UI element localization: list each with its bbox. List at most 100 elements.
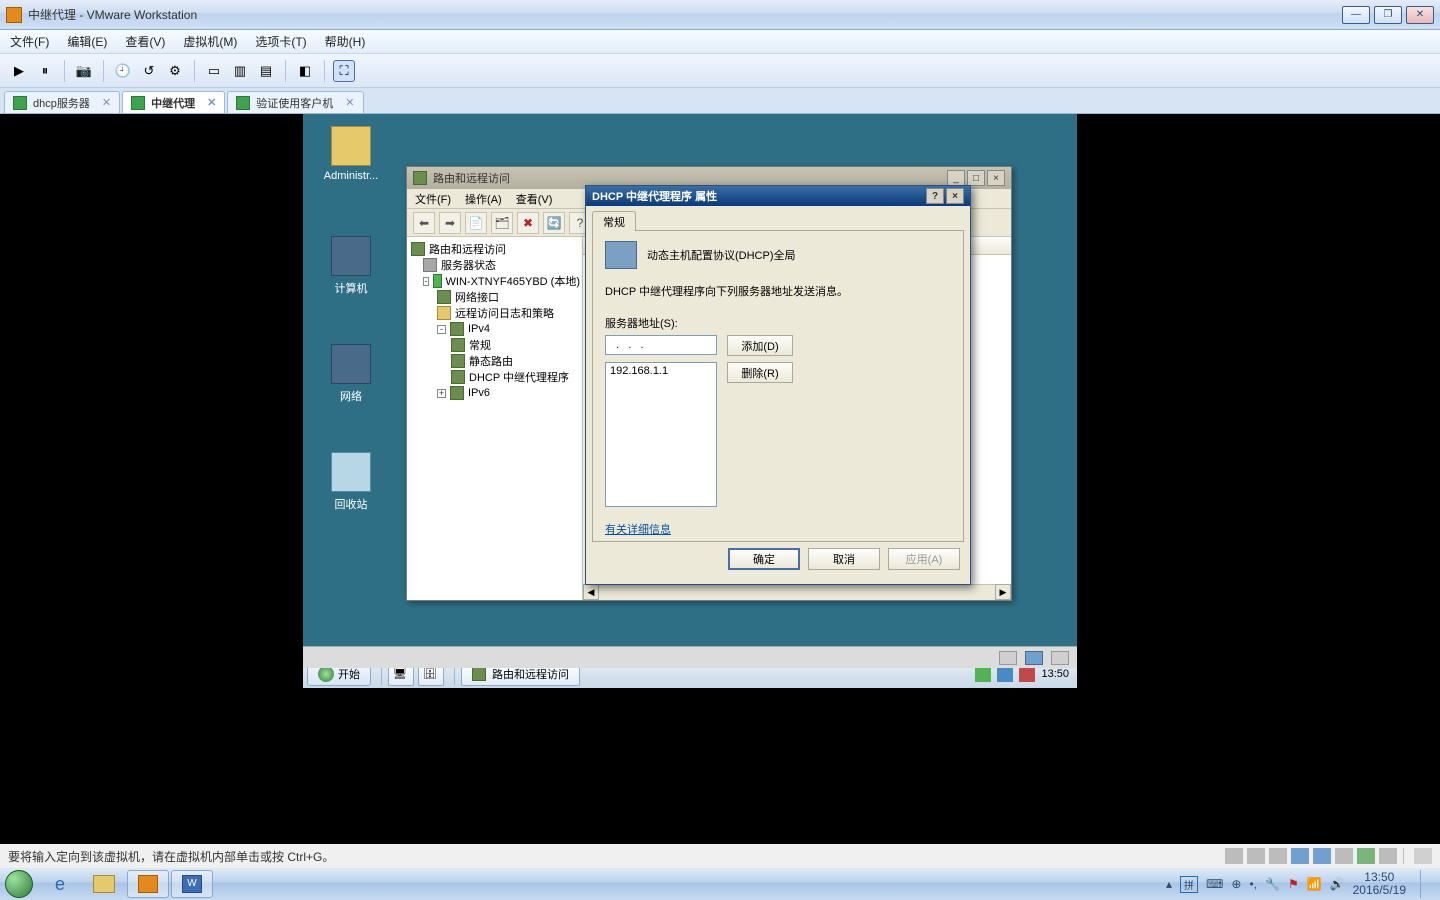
tb-suspend-icon[interactable]: ⏸ <box>34 60 56 82</box>
pinned-explorer[interactable] <box>83 870 125 898</box>
desktop-icon-computer[interactable]: 计算机 <box>315 236 387 296</box>
menu-edit[interactable]: 编辑(E) <box>67 33 107 50</box>
tb-view-single-icon[interactable]: ▭ <box>203 60 225 82</box>
mmc-tree[interactable]: 路由和远程访问 服务器状态 -WIN-XTNYF465YBD (本地) 网络接口… <box>407 237 583 600</box>
tb-view-multi-icon[interactable]: ▥ <box>229 60 251 82</box>
expand-icon[interactable]: + <box>437 389 446 398</box>
tree-server-status[interactable]: 服务器状态 <box>409 257 580 273</box>
tab-close-icon[interactable]: ✕ <box>345 96 354 109</box>
mmc-menu-action[interactable]: 操作(A) <box>465 191 502 207</box>
delete-icon[interactable]: ✖ <box>517 212 539 234</box>
tray-network-icon[interactable]: 📶 <box>1307 877 1322 891</box>
guest-clock[interactable]: 13:50 <box>1041 668 1069 680</box>
tray-flag-icon[interactable]: ⚑ <box>1288 877 1299 891</box>
tray-keyboard-icon[interactable]: ⌨ <box>1206 877 1223 891</box>
tb-snap-manage-icon[interactable]: ⚙ <box>164 60 186 82</box>
scroll-right-icon[interactable]: ▶ <box>995 584 1011 600</box>
desktop-icon-recycle[interactable]: 回收站 <box>315 452 387 512</box>
tree-ipv6[interactable]: +IPv6 <box>409 385 580 401</box>
device-cd-icon[interactable] <box>1247 848 1265 864</box>
mmc-maximize-button[interactable]: □ <box>967 170 985 186</box>
tb-view-console-icon[interactable]: ▤ <box>255 60 277 82</box>
host-close-button[interactable]: ✕ <box>1406 6 1434 24</box>
add-button[interactable]: 添加(D) <box>727 335 793 356</box>
properties-icon[interactable]: 🗂 <box>491 212 513 234</box>
host-maximize-button[interactable]: ❐ <box>1374 6 1402 24</box>
mmc-menu-file[interactable]: 文件(F) <box>415 191 451 207</box>
forward-icon[interactable]: ➡ <box>439 212 461 234</box>
host-date[interactable]: 2016/5/19 <box>1353 884 1406 897</box>
tb-power-on-icon[interactable]: ▶ <box>8 60 30 82</box>
tray-ime2-icon[interactable]: ⊕ <box>1231 877 1241 891</box>
dialog-help-button[interactable]: ? <box>926 188 944 204</box>
tree-root[interactable]: 路由和远程访问 <box>409 241 580 257</box>
desktop-icon-administrator[interactable]: Administr... <box>315 126 387 182</box>
guest-desktop[interactable]: Administr... 计算机 网络 回收站 路由和远程访问 _ □ × 文件… <box>303 114 1077 688</box>
tree-ipv4[interactable]: -IPv4 <box>409 321 580 337</box>
tb-unity-icon[interactable]: ◧ <box>294 60 316 82</box>
menu-view[interactable]: 查看(V) <box>125 33 165 50</box>
tb-fullscreen-icon[interactable]: ⛶ <box>333 60 355 82</box>
device-printer-icon[interactable] <box>1379 848 1397 864</box>
tree-remote-access[interactable]: 远程访问日志和策略 <box>409 305 580 321</box>
menu-vm[interactable]: 虚拟机(M) <box>183 33 237 50</box>
refresh-icon[interactable]: 🔄 <box>543 212 565 234</box>
remove-button[interactable]: 删除(R) <box>727 362 793 383</box>
device-fullscreen-icon[interactable] <box>1051 651 1069 665</box>
tray-punct-icon[interactable]: •, <box>1249 877 1257 891</box>
cancel-button[interactable]: 取消 <box>808 548 880 570</box>
dialog-titlebar[interactable]: DHCP 中继代理程序 属性 ? × <box>586 186 970 206</box>
tree-general[interactable]: 常规 <box>409 337 580 353</box>
up-icon[interactable]: 📄 <box>465 212 487 234</box>
menu-tabs[interactable]: 选项卡(T) <box>255 33 306 50</box>
tree-interfaces[interactable]: 网络接口 <box>409 289 580 305</box>
desktop-icon-network[interactable]: 网络 <box>315 344 387 404</box>
mmc-close-button[interactable]: × <box>987 170 1005 186</box>
tb-snapshot-icon[interactable]: 📷 <box>73 60 95 82</box>
device-net2-icon[interactable] <box>1313 848 1331 864</box>
tray-volume-icon[interactable]: 🔊 <box>1330 877 1345 891</box>
tree-static-routes[interactable]: 静态路由 <box>409 353 580 369</box>
vm-viewport[interactable]: Administr... 计算机 网络 回收站 路由和远程访问 _ □ × 文件… <box>0 114 1440 844</box>
more-info-link[interactable]: 有关详细信息 <box>605 521 671 537</box>
host-minimize-button[interactable]: — <box>1342 6 1370 24</box>
menu-file[interactable]: 文件(F) <box>10 33 49 50</box>
tab-close-icon[interactable]: ✕ <box>102 96 111 109</box>
back-icon[interactable]: ⬅ <box>413 212 435 234</box>
tab-general[interactable]: 常规 <box>592 211 636 231</box>
pinned-word[interactable]: W <box>171 870 213 898</box>
ok-button[interactable]: 确定 <box>728 548 800 570</box>
device-message-icon[interactable] <box>1414 848 1432 864</box>
device-hdd-icon[interactable] <box>1225 848 1243 864</box>
tree-server[interactable]: -WIN-XTNYF465YBD (本地) <box>409 273 580 289</box>
apply-button[interactable]: 应用(A) <box>888 548 960 570</box>
list-item[interactable]: 192.168.1.1 <box>610 365 712 377</box>
tab-verify-client[interactable]: 验证使用客户机 ✕ <box>227 91 363 113</box>
menu-help[interactable]: 帮助(H) <box>325 33 366 50</box>
device-net1-icon[interactable] <box>1291 848 1309 864</box>
device-floppy-icon[interactable] <box>1269 848 1287 864</box>
device-help-icon[interactable] <box>1025 651 1043 665</box>
mmc-minimize-button[interactable]: _ <box>947 170 965 186</box>
collapse-icon[interactable]: - <box>423 277 429 286</box>
tab-dhcp-server[interactable]: dhcp服务器 ✕ <box>4 91 120 113</box>
dialog-close-button[interactable]: × <box>946 188 964 204</box>
tab-relay-agent[interactable]: 中继代理 ✕ <box>122 91 225 113</box>
tb-snap-revert-icon[interactable]: ↺ <box>138 60 160 82</box>
mmc-scrollbar[interactable]: ◀ ▶ <box>583 584 1011 600</box>
tray-wrench-icon[interactable]: 🔧 <box>1265 877 1280 891</box>
server-address-list[interactable]: 192.168.1.1 <box>605 362 717 507</box>
show-desktop-button[interactable] <box>1420 870 1430 898</box>
pinned-ie[interactable]: e <box>39 870 81 898</box>
host-start-button[interactable] <box>0 868 38 900</box>
collapse-icon[interactable]: - <box>437 325 446 334</box>
tab-close-icon[interactable]: ✕ <box>207 96 216 109</box>
server-address-input[interactable] <box>605 335 717 355</box>
ime-icon[interactable]: 拼 <box>1180 876 1198 893</box>
device-usb-icon[interactable] <box>1335 848 1353 864</box>
pinned-vmware[interactable] <box>127 870 169 898</box>
scroll-left-icon[interactable]: ◀ <box>583 584 599 600</box>
tray-expand-icon[interactable]: ▴ <box>1166 877 1172 891</box>
device-sound-icon[interactable] <box>1357 848 1375 864</box>
device-cdrom-icon[interactable] <box>999 651 1017 665</box>
